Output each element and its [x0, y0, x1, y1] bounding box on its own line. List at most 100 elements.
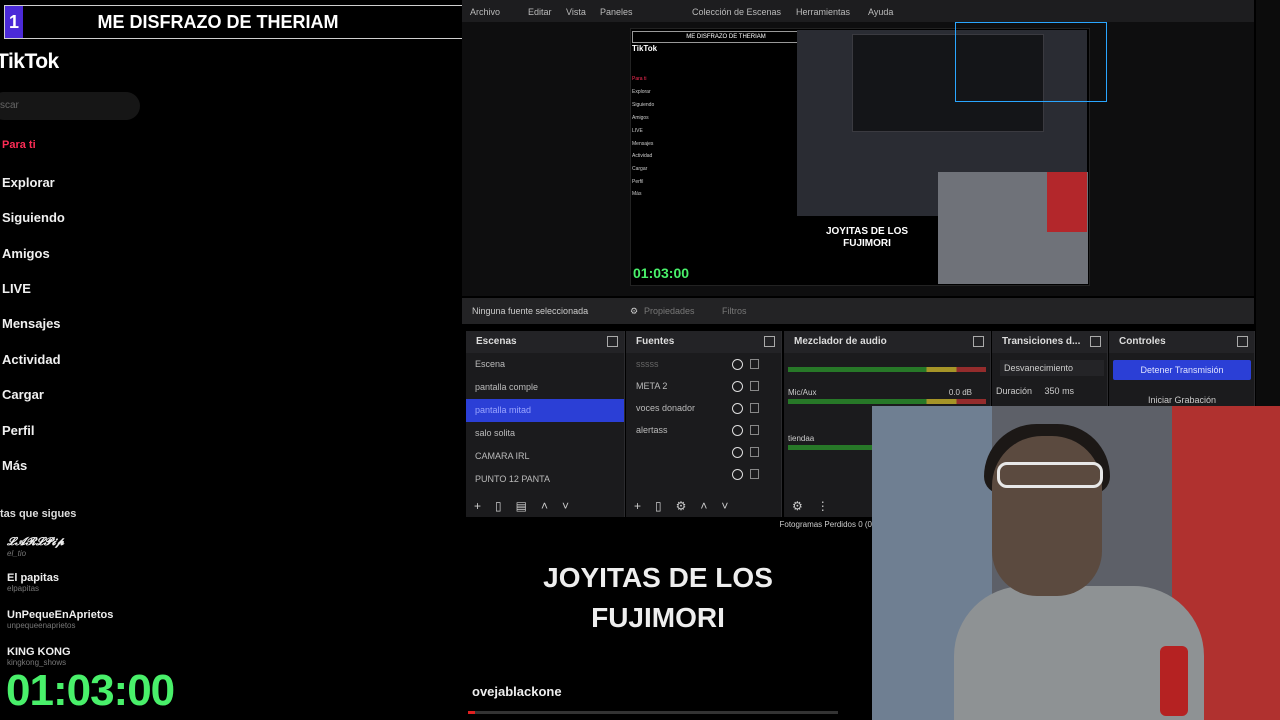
nested-joyitas-text: JOYITAS DE LOS FUJIMORI	[825, 226, 909, 249]
source-item[interactable]	[626, 463, 781, 485]
undock-icon[interactable]	[1237, 336, 1248, 347]
nav-explorar[interactable]: Explorar	[2, 175, 55, 190]
menu-herramientas[interactable]: Herramientas	[796, 7, 850, 17]
source-item[interactable]: alertass	[626, 419, 781, 441]
trash-icon[interactable]: ▯	[655, 499, 676, 513]
following-account[interactable]: El papitas elpapitas	[7, 572, 59, 593]
scenes-header: Escenas	[466, 331, 624, 353]
nested-nav-item: Explorar	[632, 89, 651, 95]
scene-item-selected[interactable]: pantalla mitad	[466, 399, 624, 422]
nav-cargar[interactable]: Cargar	[2, 387, 44, 402]
eye-icon[interactable]	[732, 447, 743, 458]
more-icon[interactable]: ⋮	[817, 499, 843, 513]
menu-editar[interactable]: Editar	[528, 7, 552, 17]
source-label: voces donador	[636, 403, 696, 413]
chevron-up-icon[interactable]: ˄	[700, 499, 721, 513]
filter-icon[interactable]: ▤	[516, 499, 541, 513]
lock-icon[interactable]	[750, 469, 759, 479]
nested-nav-item: Mensajes	[632, 141, 654, 147]
nested-tiktok-logo: TikTok	[632, 44, 658, 53]
scene-item[interactable]: PUNTO 12 PANTA	[466, 468, 624, 491]
scene-item[interactable]: Escena	[466, 353, 624, 376]
transition-duration[interactable]: Duración 350 ms	[996, 386, 1074, 396]
trash-icon[interactable]: ▯	[495, 499, 516, 513]
undock-icon[interactable]	[764, 336, 775, 347]
progress-bar	[468, 711, 838, 714]
nested-nav-item: Siguiendo	[632, 102, 655, 108]
source-item[interactable]: voces donador	[626, 397, 781, 419]
gear-icon[interactable]: ⚙	[792, 499, 817, 513]
streamer-username: ovejablackone	[472, 684, 562, 699]
nav-actividad[interactable]: Actividad	[2, 352, 61, 367]
chevron-up-icon[interactable]: ˄	[541, 499, 562, 513]
scenes-title: Escenas	[476, 336, 517, 347]
search-input[interactable]: scar	[0, 92, 140, 120]
nav-para-ti[interactable]: Para ti	[2, 139, 36, 151]
undock-icon[interactable]	[973, 336, 984, 347]
following-account[interactable]: 𝓛𝓐𝓡𝓛𝓟𝓲𝓹 el_tio	[7, 536, 64, 558]
sunglasses-icon	[997, 462, 1103, 488]
duration-label: Duración	[996, 386, 1033, 396]
source-item[interactable]: META 2	[626, 375, 781, 397]
nested-nav-item: LIVE	[632, 128, 643, 134]
source-label: META 2	[636, 381, 668, 391]
sources-toolbar: +▯⚙˄˅	[634, 499, 742, 513]
nav-perfil[interactable]: Perfil	[2, 423, 35, 438]
duration-value: 350 ms	[1044, 386, 1075, 396]
nested-nav-item: Cargar	[632, 166, 648, 172]
eye-icon[interactable]	[732, 381, 743, 392]
transition-select[interactable]: Desvanecimiento	[1000, 360, 1104, 376]
chevron-down-icon[interactable]: ˅	[721, 499, 742, 513]
nav-mensajes[interactable]: Mensajes	[2, 316, 61, 331]
goal-title: ME DISFRAZO DE THERIAM	[97, 11, 339, 32]
audio-meter	[788, 367, 986, 372]
menu-ayuda[interactable]: Ayuda	[868, 7, 893, 17]
following-account[interactable]: UnPequeEnAprietos unpequeenaprietos	[7, 609, 113, 630]
undock-icon[interactable]	[607, 336, 618, 347]
controls-title: Controles	[1119, 336, 1166, 347]
nested-nav-item: Más	[632, 191, 642, 197]
source-label: alertass	[636, 425, 668, 435]
lock-icon[interactable]	[750, 359, 759, 369]
eye-icon[interactable]	[732, 425, 743, 436]
gear-icon[interactable]: ⚙	[676, 499, 701, 513]
obs-menu-bar: Archivo Editar Vista Paneles Colección d…	[462, 0, 1254, 22]
undock-icon[interactable]	[1090, 336, 1101, 347]
scene-item[interactable]: salo solita	[466, 422, 624, 445]
lock-icon[interactable]	[750, 381, 759, 391]
channel-label: tiendaa	[788, 434, 815, 443]
lock-icon[interactable]	[750, 403, 759, 413]
lock-icon[interactable]	[750, 447, 759, 457]
mixer-toolbar: ⚙⋮	[792, 499, 843, 513]
gear-icon[interactable]: ⚙	[630, 306, 638, 317]
menu-paneles[interactable]: Paneles	[600, 7, 633, 17]
eye-icon[interactable]	[732, 469, 743, 480]
chevron-down-icon[interactable]: ˅	[562, 499, 583, 513]
menu-vista[interactable]: Vista	[566, 7, 586, 17]
source-item[interactable]: sssss	[626, 353, 781, 375]
source-item[interactable]	[626, 441, 781, 463]
channel-db: 0.0 dB	[948, 388, 972, 397]
scene-item[interactable]: pantalla comple	[466, 376, 624, 399]
audio-meter	[788, 399, 986, 404]
stop-stream-button[interactable]: Detener Transmisión	[1113, 360, 1251, 380]
menu-archivo[interactable]: Archivo	[470, 7, 500, 17]
properties-button[interactable]: Propiedades	[644, 306, 695, 316]
add-icon[interactable]: +	[634, 499, 655, 513]
nav-amigos[interactable]: Amigos	[2, 246, 50, 261]
add-icon[interactable]: +	[474, 499, 495, 513]
scene-item[interactable]: CAMARA IRL	[466, 445, 624, 468]
menu-coleccion-escenas[interactable]: Colección de Escenas	[692, 7, 781, 17]
lock-icon[interactable]	[750, 425, 759, 435]
filters-button[interactable]: Filtros	[722, 306, 747, 316]
eye-icon[interactable]	[732, 403, 743, 414]
following-account-name: El papitas	[7, 572, 59, 584]
nav-live[interactable]: LIVE	[2, 281, 31, 296]
following-account[interactable]: KING KONG kingkong_shows	[7, 646, 71, 667]
following-account-name: UnPequeEnAprietos	[7, 609, 114, 621]
nav-mas[interactable]: Más	[2, 458, 27, 473]
nav-siguiendo[interactable]: Siguiendo	[2, 210, 65, 225]
tiktok-logo[interactable]: TikTok	[0, 50, 59, 74]
eye-icon[interactable]	[732, 359, 743, 370]
transitions-header: Transiciones d...	[992, 331, 1107, 353]
